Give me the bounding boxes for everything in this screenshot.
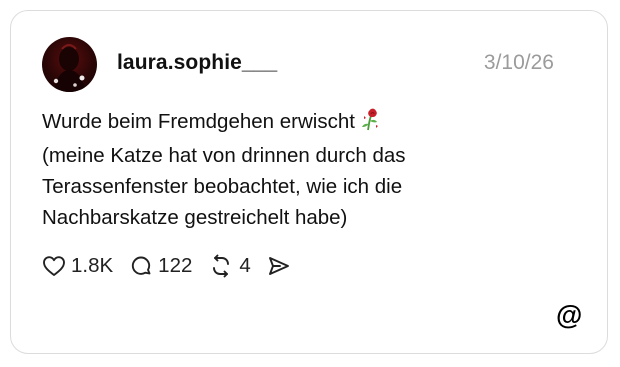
username[interactable]: laura.sophie___: [117, 51, 277, 75]
comment-count: 122: [158, 254, 193, 277]
post-text-line: (meine Katze hat von drinnen durch das: [42, 144, 406, 167]
wilted-rose-icon: [359, 107, 381, 140]
comment-button[interactable]: 122: [129, 254, 192, 278]
post-card: laura.sophie___ 3/10/26 Wurde beim Fremd…: [10, 10, 608, 354]
speech-bubble-icon: [132, 256, 151, 275]
post-text-line: Wurde beim Fremdgehen erwischt: [42, 106, 562, 140]
threads-logo-icon[interactable]: @: [556, 302, 582, 329]
post-text-line: Nachbarskatze gestreichelt habe): [42, 206, 348, 229]
send-icon: [268, 257, 289, 275]
post-text-line: Terassenfenster beobachtet, wie ich die: [42, 175, 403, 198]
heart-icon: [43, 256, 65, 276]
post-date: 3/10/26: [483, 51, 554, 74]
share-button[interactable]: [267, 255, 291, 277]
repost-count: 4: [239, 254, 251, 277]
repost-icon: [213, 254, 230, 278]
like-count: 1.8K: [71, 254, 114, 277]
repost-button[interactable]: 4: [208, 254, 251, 278]
like-button[interactable]: 1.8K: [42, 254, 113, 278]
avatar[interactable]: [42, 37, 97, 92]
post-text: Wurde beim Fremdgehen erwischt (meine Ka…: [42, 106, 562, 233]
action-bar: 1.8K 122 4: [42, 251, 307, 281]
